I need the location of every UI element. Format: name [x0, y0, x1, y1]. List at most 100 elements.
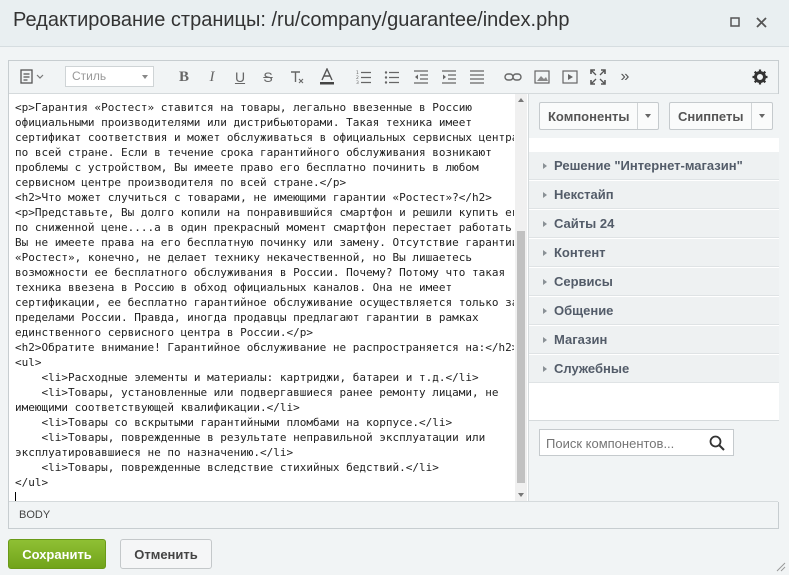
- unordered-list-icon: [384, 71, 399, 84]
- code-line: проблемы с устройством, Вы имеете право …: [15, 161, 479, 174]
- code-line: [15, 490, 514, 501]
- link-button[interactable]: [504, 66, 522, 88]
- link-icon: [504, 73, 522, 81]
- ordered-list-button[interactable]: 123: [355, 66, 373, 88]
- resize-handle-icon[interactable]: [776, 562, 786, 572]
- snippets-button[interactable]: Сниппеты: [669, 102, 773, 130]
- fullscreen-icon: [590, 69, 606, 85]
- code-line: пределами России. Правда, иногда продавц…: [15, 311, 479, 324]
- video-button[interactable]: [561, 66, 579, 88]
- category-label: Решение "Интернет-магазин": [554, 158, 743, 173]
- component-category[interactable]: Некстайп: [529, 181, 779, 209]
- component-search-input[interactable]: [540, 430, 708, 457]
- element-path[interactable]: BODY: [19, 509, 50, 521]
- code-line: сертификации, ее бесплатно гарантийное о…: [15, 296, 514, 309]
- component-category[interactable]: Магазин: [529, 326, 779, 354]
- code-line: <li>Товары, установленные или подвергавш…: [15, 386, 499, 399]
- dialog-titlebar: Редактирование страницы: /ru/company/gua…: [0, 0, 789, 47]
- italic-button[interactable]: I: [204, 66, 220, 88]
- code-line: официальными производителями или дистриб…: [15, 116, 472, 129]
- components-dropdown[interactable]: [637, 103, 658, 129]
- align-justify-icon: [470, 70, 484, 84]
- component-category[interactable]: Служебные: [529, 355, 779, 383]
- settings-button[interactable]: [751, 66, 769, 88]
- component-category[interactable]: Сервисы: [529, 268, 779, 296]
- text-color-icon: [320, 68, 334, 85]
- underline-button[interactable]: U: [232, 66, 248, 88]
- scroll-up-icon[interactable]: [518, 98, 524, 102]
- component-category[interactable]: Контент: [529, 239, 779, 267]
- code-scrollbar[interactable]: [515, 94, 527, 501]
- chevron-right-icon: [543, 308, 547, 314]
- dialog-title: Редактирование страницы: /ru/company/gua…: [13, 9, 570, 31]
- code-line: сервисном центре производителя по всей с…: [15, 176, 347, 189]
- code-line: эксплуатировавшиеся не по назначению.</l…: [15, 446, 294, 459]
- close-button[interactable]: [754, 15, 768, 29]
- code-line: сертификат соответствия и может обслужив…: [15, 131, 514, 144]
- components-label: Компоненты: [548, 108, 630, 124]
- code-editor[interactable]: · · · · · · · · · · · · · · · · · · · · …: [9, 94, 514, 501]
- scroll-thumb[interactable]: [517, 231, 525, 483]
- code-line: <li>Расходные элементы и материалы: карт…: [15, 371, 479, 384]
- components-button[interactable]: Компоненты: [539, 102, 659, 130]
- outdent-button[interactable]: [412, 66, 430, 88]
- snippets-dropdown[interactable]: [751, 103, 772, 129]
- indent-button[interactable]: [440, 66, 458, 88]
- align-button[interactable]: [468, 66, 486, 88]
- source-mode-button[interactable]: [17, 66, 49, 88]
- code-line: <p>Гарантия «Ростест» ставится на товары…: [15, 101, 472, 114]
- code-line: <h2>Обратите внимание! Гарантийное обслу…: [15, 341, 514, 354]
- text-color-button[interactable]: [318, 66, 336, 88]
- style-select-value: Стиль: [72, 69, 107, 83]
- remove-format-button[interactable]: [288, 66, 306, 88]
- fullscreen-button[interactable]: [589, 66, 607, 88]
- components-panel: Компоненты Сниппеты Решение "Интернет-ма…: [528, 94, 779, 502]
- more-button[interactable]: »: [617, 66, 633, 88]
- code-line: <ul>: [15, 356, 42, 369]
- close-icon: [755, 16, 767, 28]
- source-mode-icon: [20, 69, 44, 84]
- strikethrough-button[interactable]: S: [260, 66, 276, 88]
- chevron-right-icon: [543, 192, 547, 198]
- component-search-box[interactable]: [539, 429, 734, 457]
- image-button[interactable]: [533, 66, 551, 88]
- component-category[interactable]: Решение "Интернет-магазин": [529, 152, 779, 180]
- unordered-list-button[interactable]: [383, 66, 401, 88]
- scroll-down-icon[interactable]: [518, 493, 524, 497]
- gear-icon: [752, 69, 768, 85]
- maximize-icon: [730, 17, 740, 27]
- code-content: <p>Гарантия «Ростест» ставится на товары…: [15, 100, 514, 501]
- search-icon[interactable]: [709, 435, 725, 451]
- save-button[interactable]: Сохранить: [8, 539, 106, 569]
- video-icon: [562, 70, 578, 84]
- code-line: <li>Товары со вскрытыми гарантийными пло…: [15, 416, 453, 429]
- chevron-right-icon: [543, 163, 547, 169]
- cancel-button[interactable]: Отменить: [120, 539, 212, 569]
- category-label: Магазин: [554, 332, 608, 347]
- outdent-icon: [414, 70, 428, 84]
- chevron-down-icon: [142, 75, 148, 79]
- chevron-right-icon: [543, 366, 547, 372]
- category-label: Сайты 24: [554, 216, 615, 231]
- chevron-down-icon: [645, 114, 651, 118]
- component-category[interactable]: Общение: [529, 297, 779, 325]
- bold-button[interactable]: B: [176, 66, 192, 88]
- chevron-right-icon: [543, 337, 547, 343]
- chevron-right-icon: [543, 250, 547, 256]
- code-line: </ul>: [15, 476, 49, 489]
- code-line: единственного сервисного центра в России…: [15, 326, 314, 339]
- style-select[interactable]: Стиль: [65, 66, 154, 87]
- code-partial-line: · · · · · · · · · · · · · · · · · · · · …: [15, 94, 379, 99]
- code-line: <h2>Что может случиться с товарами, не и…: [15, 191, 492, 204]
- ordered-list-icon: 123: [356, 70, 371, 85]
- component-category[interactable]: Сайты 24: [529, 210, 779, 238]
- maximize-button[interactable]: [728, 15, 742, 29]
- category-label: Сервисы: [554, 274, 613, 289]
- code-line: возможности ее бесплатного обслуживания …: [15, 266, 506, 279]
- indent-icon: [442, 70, 456, 84]
- component-search-area: [529, 420, 779, 502]
- code-line: техника ввезена в Россию в обход официал…: [15, 281, 453, 294]
- category-label: Контент: [554, 245, 606, 260]
- category-label: Общение: [554, 303, 614, 318]
- html-editor: Стиль B I U S 123 » <p>Гарантия «Ростест…: [8, 60, 779, 529]
